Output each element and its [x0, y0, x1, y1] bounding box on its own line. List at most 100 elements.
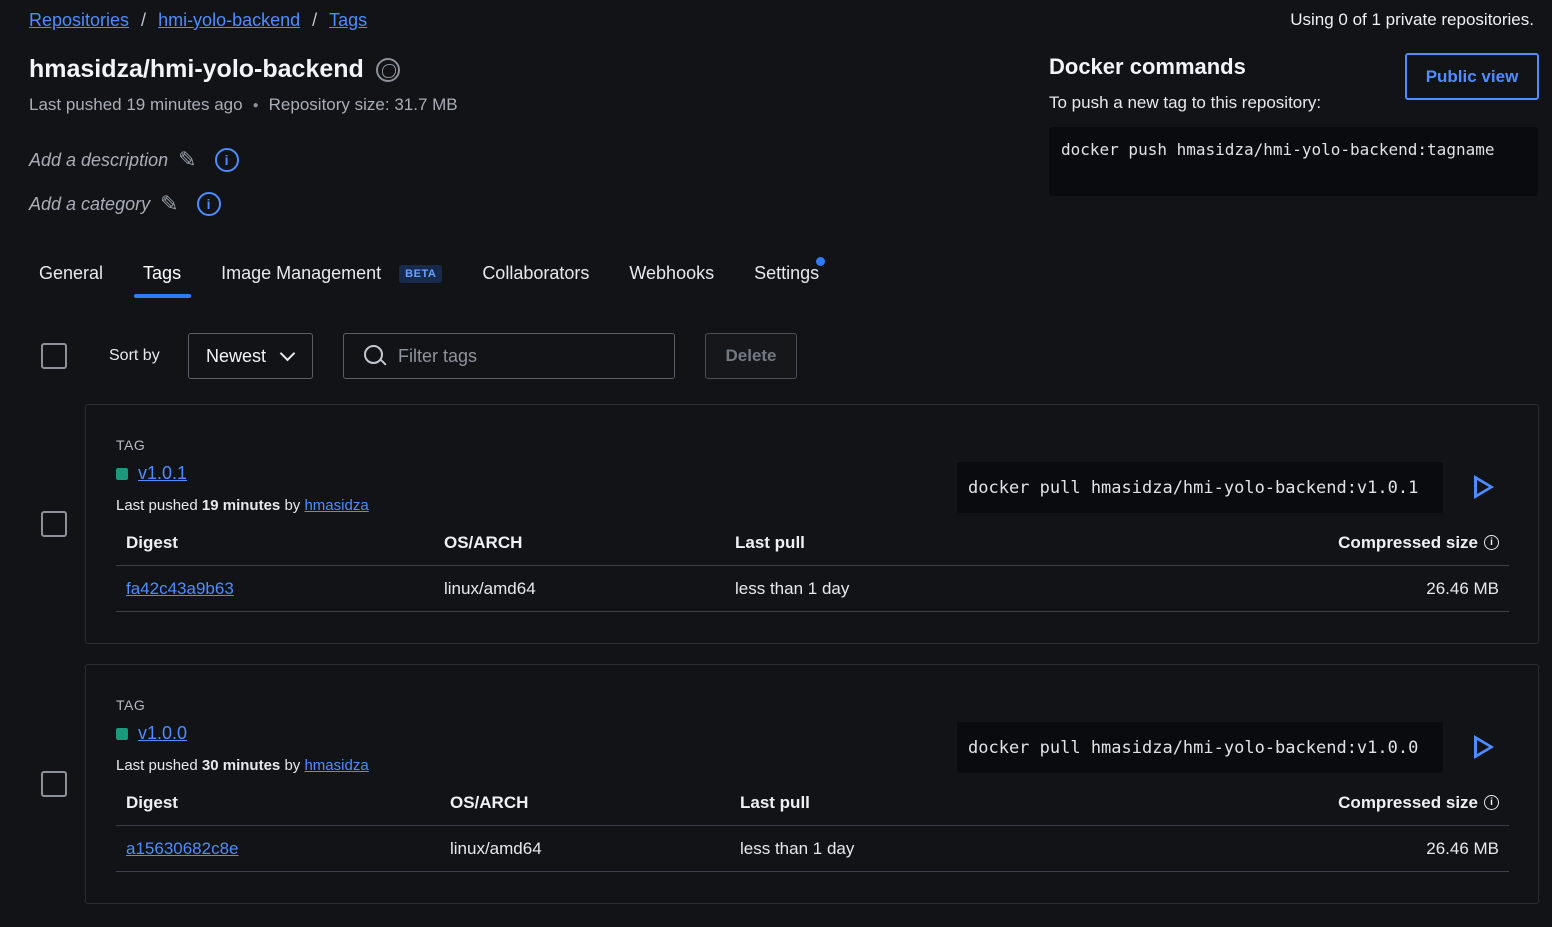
tab-label: Tags	[143, 263, 182, 283]
digest-link[interactable]: fa42c43a9b63	[116, 579, 444, 599]
tag-select-checkbox[interactable]	[41, 511, 67, 537]
table-header: Digest OS/ARCH Last pull Compressed size…	[116, 780, 1509, 826]
public-globe-icon	[375, 57, 400, 82]
delete-button[interactable]: Delete	[705, 333, 797, 379]
select-all-checkbox[interactable]	[41, 343, 67, 369]
category-info-icon[interactable]: i	[196, 192, 221, 216]
digest-header: Digest	[126, 532, 178, 552]
tag-pushed-info: Last pushed 19 minutes by hmasidza	[116, 497, 369, 514]
last-pull-value: less than 1 day	[735, 578, 850, 598]
os-arch-header: OS/ARCH	[450, 792, 529, 812]
add-description-label[interactable]: Add a description	[29, 150, 168, 171]
tag-section-label: TAG	[116, 437, 146, 453]
repo-name: hmasidza/hmi-yolo-backend	[29, 55, 364, 83]
tab-collaborators[interactable]: Collaborators	[472, 263, 599, 298]
last-pull-header: Last pull	[735, 532, 805, 552]
tag-card: TAG v1.0.1 Last pushed 19 minutes by hma…	[85, 404, 1539, 644]
breadcrumb-tags[interactable]: Tags	[329, 10, 367, 31]
description-row: Add a description ✎ i	[29, 147, 239, 173]
edit-description-pencil-icon[interactable]: ✎	[178, 147, 196, 173]
compressed-size-header: Compressed size i	[1338, 793, 1509, 813]
info-icon[interactable]: i	[1484, 795, 1499, 810]
tab-label: Image Management	[221, 263, 382, 283]
compressed-size-header: Compressed size i	[1338, 533, 1509, 553]
breadcrumb-separator: /	[141, 10, 147, 30]
breadcrumb-separator: /	[312, 10, 318, 30]
last-pull-header: Last pull	[740, 792, 810, 812]
digest-table: Digest OS/ARCH Last pull Compressed size…	[116, 780, 1509, 872]
public-view-button[interactable]: Public view	[1405, 53, 1539, 100]
tag-pushed-info: Last pushed 30 minutes by hmasidza	[116, 757, 369, 774]
chevron-down-icon	[279, 345, 296, 361]
pushed-prefix: Last pushed	[116, 757, 198, 774]
edit-category-pencil-icon[interactable]: ✎	[160, 191, 178, 217]
tag-section-label: TAG	[116, 697, 146, 713]
tab-label-wrap: Settings	[754, 257, 826, 284]
tab-webhooks[interactable]: Webhooks	[619, 263, 724, 298]
filter-tags-field[interactable]	[343, 333, 675, 379]
tag-select-checkbox[interactable]	[41, 771, 67, 797]
last-pull-value: less than 1 day	[740, 838, 855, 858]
sort-dropdown[interactable]: Newest	[188, 333, 313, 379]
user-link[interactable]: hmasidza	[304, 497, 368, 514]
pushed-time: 30 minutes	[201, 757, 281, 774]
tab-settings[interactable]: Settings	[744, 257, 829, 298]
docker-pull-command[interactable]: docker pull hmasidza/hmi-yolo-backend:v1…	[957, 462, 1443, 513]
pushed-by: by	[284, 497, 301, 514]
add-category-label[interactable]: Add a category	[29, 194, 150, 215]
table-row: a15630682c8e linux/amd64 less than 1 day…	[116, 826, 1509, 872]
tag-status-icon	[116, 727, 128, 740]
info-icon[interactable]: i	[1484, 535, 1499, 550]
breadcrumb-repositories[interactable]: Repositories	[29, 10, 129, 31]
pushed-by: by	[284, 757, 301, 774]
tag-link[interactable]: v1.0.0	[138, 723, 187, 744]
pushed-prefix: Last pushed	[116, 497, 198, 514]
tab-label: General	[39, 263, 104, 283]
breadcrumb: Repositories / hmi-yolo-backend / Tags	[29, 10, 367, 31]
os-arch-value: linux/amd64	[444, 578, 536, 598]
tab-label: Webhooks	[629, 263, 715, 283]
os-arch-header: OS/ARCH	[444, 532, 523, 552]
search-icon	[364, 345, 386, 367]
run-play-icon[interactable]	[1474, 475, 1494, 499]
meta-separator-icon: ●	[252, 99, 259, 111]
docker-commands-subtitle: To push a new tag to this repository:	[1049, 93, 1322, 112]
notification-dot	[816, 257, 826, 266]
sort-value: Newest	[206, 345, 267, 366]
repo-size: Repository size: 31.7 MB	[268, 95, 458, 114]
description-info-icon[interactable]: i	[214, 148, 239, 172]
docker-push-command[interactable]: docker push hmasidza/hmi-yolo-backend:ta…	[1049, 127, 1538, 196]
compressed-size-value: 26.46 MB	[1426, 838, 1499, 858]
category-row: Add a category ✎ i	[29, 191, 221, 217]
docker-commands-title: Docker commands	[1049, 54, 1246, 79]
tag-name-row: v1.0.1	[116, 463, 187, 484]
filter-tags-input[interactable]	[398, 345, 638, 367]
tag-status-icon	[116, 467, 128, 480]
tab-image-management[interactable]: Image Management BETA	[211, 263, 452, 298]
tag-name-row: v1.0.0	[116, 723, 187, 744]
repo-meta: Last pushed 19 minutes ago ● Repository …	[29, 95, 458, 115]
sort-label: Sort by	[109, 347, 160, 364]
digest-table: Digest OS/ARCH Last pull Compressed size…	[116, 520, 1509, 612]
tab-label: Settings	[754, 263, 820, 283]
page-title: hmasidza/hmi-yolo-backend	[29, 55, 400, 84]
run-play-icon[interactable]	[1474, 735, 1494, 759]
docker-pull-command[interactable]: docker pull hmasidza/hmi-yolo-backend:v1…	[957, 722, 1443, 773]
compressed-size-value: 26.46 MB	[1426, 578, 1499, 598]
tab-tags[interactable]: Tags	[133, 263, 192, 298]
digest-link[interactable]: a15630682c8e	[116, 839, 450, 859]
table-row: fa42c43a9b63 linux/amd64 less than 1 day…	[116, 566, 1509, 612]
os-arch-value: linux/amd64	[450, 838, 542, 858]
user-link[interactable]: hmasidza	[304, 757, 368, 774]
tag-card: TAG v1.0.0 Last pushed 30 minutes by hma…	[85, 664, 1539, 904]
digest-header: Digest	[126, 792, 178, 812]
breadcrumb-repo[interactable]: hmi-yolo-backend	[158, 10, 300, 31]
last-pushed: Last pushed 19 minutes ago	[29, 95, 243, 114]
beta-badge: BETA	[399, 265, 443, 283]
size-header-label: Compressed size	[1338, 792, 1478, 812]
private-repo-usage: Using 0 of 1 private repositories.	[1290, 10, 1534, 29]
size-header-label: Compressed size	[1338, 532, 1478, 552]
table-header: Digest OS/ARCH Last pull Compressed size…	[116, 520, 1509, 566]
tag-link[interactable]: v1.0.1	[138, 463, 187, 484]
tab-general[interactable]: General	[29, 263, 113, 298]
